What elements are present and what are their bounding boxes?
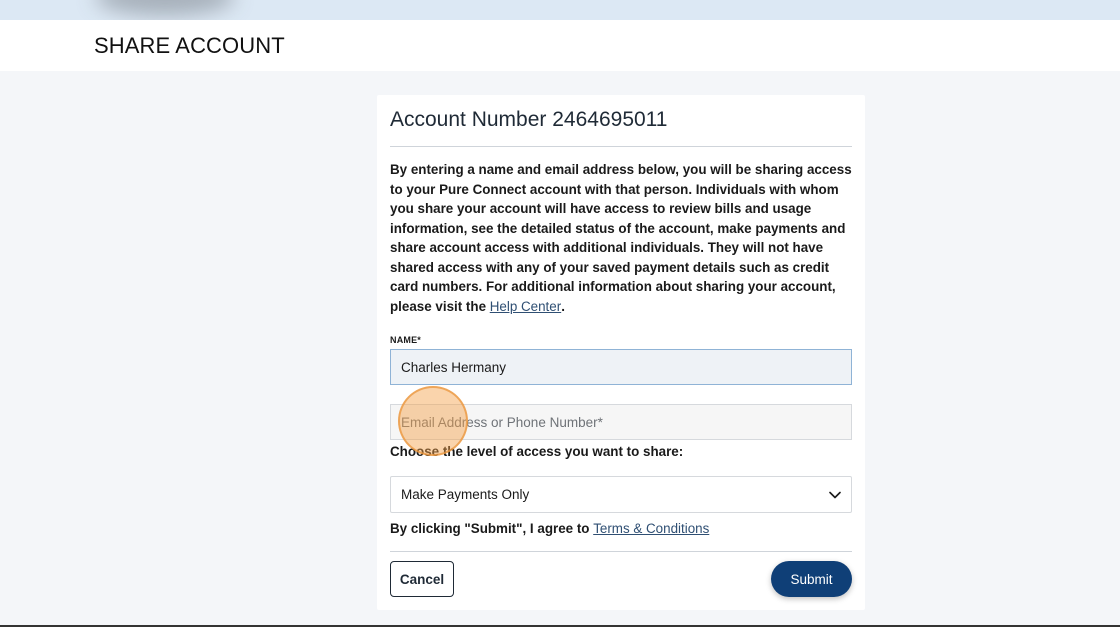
contact-input[interactable]: Email Address or Phone Number* <box>390 404 852 440</box>
title-divider <box>390 146 852 147</box>
top-banner <box>0 0 1120 20</box>
sharing-description-end: . <box>561 298 565 314</box>
page-header: SHARE ACCOUNT <box>0 20 1120 71</box>
page-title: SHARE ACCOUNT <box>94 33 285 58</box>
sharing-description-text: By entering a name and email address bel… <box>390 162 852 314</box>
actions-divider <box>390 551 852 552</box>
contact-input-placeholder: Email Address or Phone Number* <box>401 414 603 430</box>
name-input-value: Charles Hermany <box>401 359 507 375</box>
name-input[interactable]: Charles Hermany <box>390 349 852 385</box>
blurred-logo <box>95 0 235 16</box>
share-account-card: Account Number 2464695011 By entering a … <box>377 95 865 610</box>
cancel-button[interactable]: Cancel <box>390 561 454 597</box>
name-label: NAME* <box>390 335 422 345</box>
account-number-heading: Account Number 2464695011 <box>390 108 668 131</box>
terms-agreement-text: By clicking "Submit", I agree to <box>390 521 594 536</box>
access-level-selected: Make Payments Only <box>401 487 530 502</box>
help-center-link[interactable]: Help Center <box>490 299 561 314</box>
submit-button[interactable]: Submit <box>771 561 852 597</box>
sharing-description: By entering a name and email address bel… <box>390 160 860 316</box>
terms-agreement: By clicking "Submit", I agree to Terms &… <box>390 521 709 536</box>
chevron-down-icon <box>829 491 841 499</box>
terms-link[interactable]: Terms & Conditions <box>593 521 709 536</box>
access-level-question: Choose the level of access you want to s… <box>390 444 684 459</box>
access-level-select[interactable]: Make Payments Only <box>390 476 852 513</box>
